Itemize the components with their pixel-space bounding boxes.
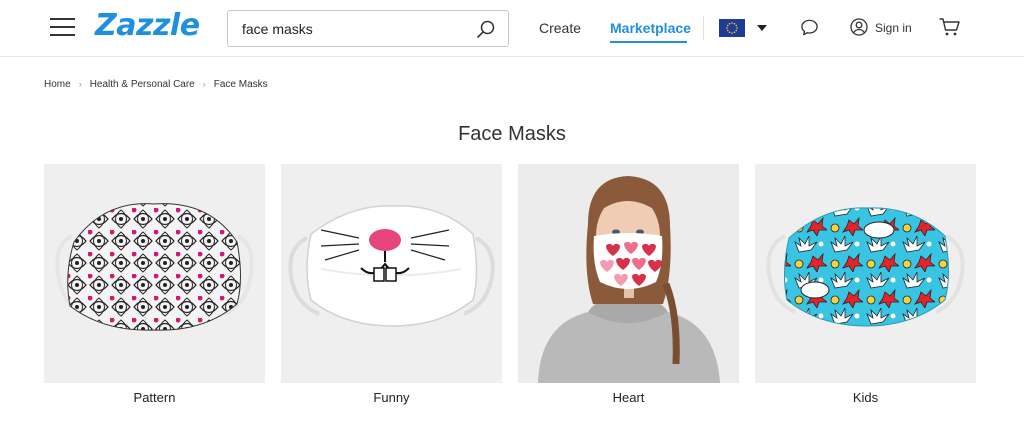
kids-mask-image[interactable] bbox=[755, 164, 976, 383]
breadcrumb-home[interactable]: Home bbox=[44, 79, 71, 90]
eu-flag-icon[interactable] bbox=[719, 19, 745, 37]
breadcrumb-current: Face Masks bbox=[213, 79, 268, 90]
hamburger-menu-icon[interactable] bbox=[50, 16, 75, 38]
category-card-heart[interactable]: Heart bbox=[518, 164, 739, 407]
nav-marketplace-link[interactable]: Marketplace bbox=[610, 20, 691, 36]
category-label[interactable]: Pattern bbox=[44, 390, 265, 405]
zazzle-logo[interactable]: Zazzle bbox=[95, 8, 200, 43]
breadcrumb-separator-icon: › bbox=[202, 79, 206, 89]
search-input[interactable] bbox=[242, 11, 472, 46]
category-label[interactable]: Kids bbox=[755, 390, 976, 405]
nav-create-link[interactable]: Create bbox=[539, 20, 581, 36]
category-card-funny[interactable]: Funny bbox=[281, 164, 502, 407]
breadcrumb-separator-icon: › bbox=[78, 79, 82, 89]
cart-icon[interactable] bbox=[939, 17, 961, 37]
heart-mask-image[interactable] bbox=[518, 164, 739, 383]
sign-in-label: Sign in bbox=[875, 21, 912, 35]
breadcrumb-health-personal-care[interactable]: Health & Personal Care bbox=[90, 79, 195, 90]
category-label[interactable]: Funny bbox=[281, 390, 502, 405]
header-divider bbox=[703, 16, 704, 40]
breadcrumb: Home › Health & Personal Care › Face Masks bbox=[44, 79, 268, 90]
top-header: Zazzle Create Marketplace Sign in bbox=[0, 0, 1024, 57]
category-card-kids[interactable]: Kids bbox=[755, 164, 976, 407]
pattern-mask-image[interactable] bbox=[44, 164, 265, 383]
chevron-down-icon[interactable] bbox=[757, 25, 767, 31]
category-label[interactable]: Heart bbox=[518, 390, 739, 405]
page-title: Face Masks bbox=[458, 123, 566, 145]
nav-active-underline bbox=[610, 41, 687, 43]
search-icon[interactable] bbox=[476, 19, 496, 39]
user-icon bbox=[850, 18, 868, 36]
funny-mask-image[interactable] bbox=[281, 164, 502, 383]
search-box bbox=[227, 10, 509, 47]
category-card-pattern[interactable]: Pattern bbox=[44, 164, 265, 407]
chat-bubble-icon[interactable] bbox=[800, 18, 819, 37]
